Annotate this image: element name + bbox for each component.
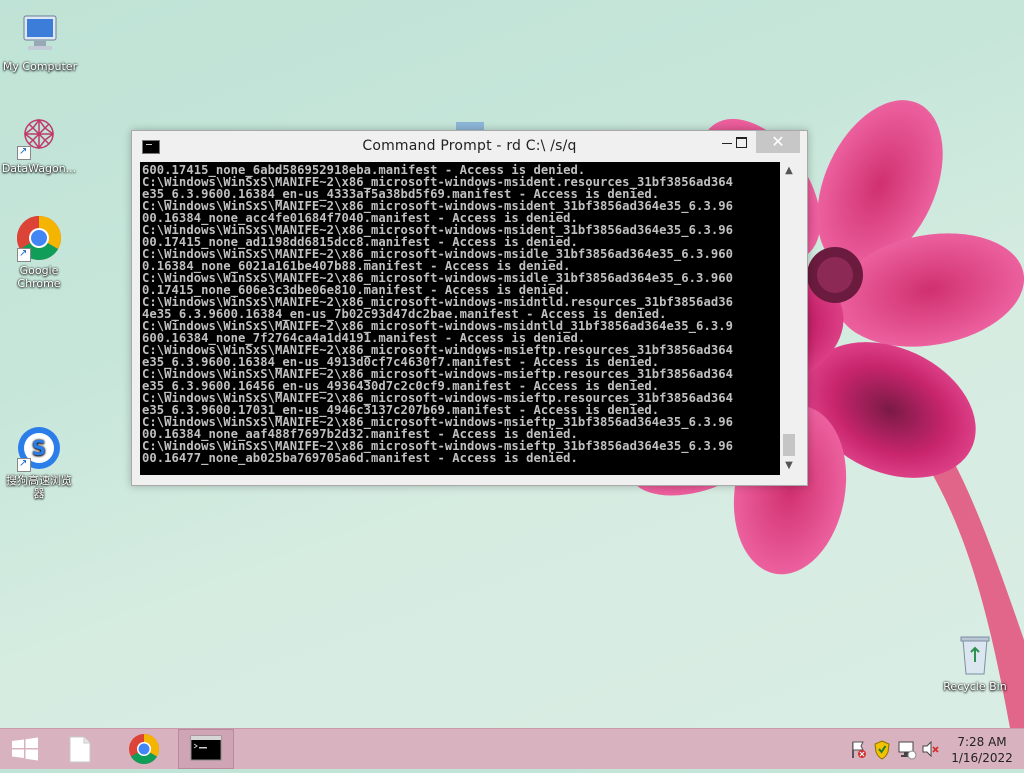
shortcut-arrow-icon	[17, 247, 31, 262]
vertical-scrollbar[interactable]: ▲ ▼	[780, 162, 798, 475]
desktop-icon-my-computer[interactable]: My Computer	[0, 10, 80, 73]
volume-muted-icon	[922, 740, 939, 758]
datawagon-icon	[15, 112, 63, 160]
desktop-icon-label: Google Chrome	[17, 264, 61, 290]
scroll-down-arrow-icon[interactable]: ▼	[780, 457, 798, 475]
file-icon	[69, 736, 91, 763]
desktop-icon-datawagon[interactable]: DataWagon...	[0, 112, 79, 175]
taskbar-file-button[interactable]	[53, 729, 107, 769]
window-titlebar[interactable]: Command Prompt - rd C:\ /s/q ✕	[132, 131, 807, 161]
close-button[interactable]: ✕	[756, 131, 800, 153]
shortcut-arrow-icon	[17, 457, 31, 472]
recycle-bin-icon	[951, 630, 999, 678]
scrollbar-thumb[interactable]	[783, 434, 795, 456]
computer-icon	[16, 10, 64, 58]
console-output[interactable]: 600.17415_none_6abd586952918eba.manifest…	[140, 162, 780, 475]
desktop-icon-sogou-browser[interactable]: S 搜狗高速浏览器	[0, 424, 79, 500]
taskbar: 7:28 AM 1/16/2022	[0, 728, 1024, 769]
start-icon	[12, 737, 38, 761]
desktop-icon-label: My Computer	[2, 60, 78, 73]
tray-security[interactable]	[872, 729, 892, 769]
sogou-browser-icon: S	[15, 424, 63, 472]
desktop-icon-label: DataWagon...	[1, 162, 77, 175]
tray-volume[interactable]	[920, 729, 940, 769]
maximize-button[interactable]	[732, 131, 752, 153]
svg-text:S: S	[32, 436, 46, 460]
window-drag-marker	[456, 122, 484, 130]
network-icon	[898, 741, 917, 760]
desktop-icon-recycle-bin[interactable]: Recycle Bin	[935, 630, 1015, 693]
start-button[interactable]	[0, 729, 54, 769]
taskbar-command-prompt-button[interactable]	[178, 729, 234, 769]
scroll-up-arrow-icon[interactable]: ▲	[780, 162, 798, 180]
clock-date: 1/16/2022	[951, 751, 1013, 765]
security-shield-icon	[874, 740, 890, 760]
chrome-icon	[129, 734, 160, 765]
desktop-icon-label: Recycle Bin	[943, 680, 1007, 693]
command-prompt-window[interactable]: Command Prompt - rd C:\ /s/q ✕ 600.17415…	[131, 130, 808, 486]
tray-flag[interactable]	[848, 729, 868, 769]
command-prompt-icon	[190, 735, 222, 761]
console-text: 600.17415_none_6abd586952918eba.manifest…	[142, 163, 733, 465]
action-center-flag-icon	[852, 741, 866, 758]
taskbar-chrome-button[interactable]	[117, 729, 171, 769]
shortcut-arrow-icon	[17, 145, 31, 160]
desktop-icon-label: 搜狗高速浏览器	[6, 474, 72, 500]
taskbar-clock[interactable]: 7:28 AM 1/16/2022	[940, 734, 1024, 766]
tray-network[interactable]	[896, 729, 918, 769]
chrome-icon	[15, 214, 63, 262]
clock-time: 7:28 AM	[957, 735, 1007, 749]
desktop-icon-google-chrome[interactable]: Google Chrome	[0, 214, 79, 290]
